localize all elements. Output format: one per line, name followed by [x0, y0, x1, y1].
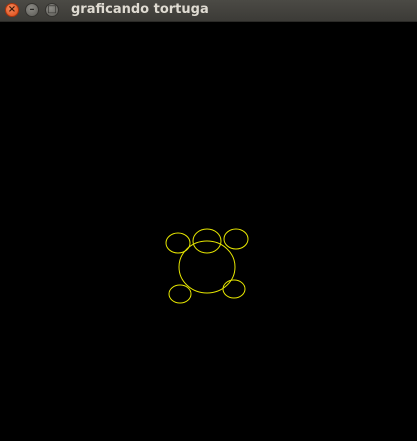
turtle-drawing	[165, 228, 249, 304]
turtle-leg-back-right	[222, 279, 246, 299]
maximize-button[interactable]: □	[45, 3, 59, 17]
maximize-icon: □	[47, 4, 57, 15]
close-icon: ×	[7, 4, 17, 15]
turtle-leg-back-left	[168, 284, 192, 304]
window-title: graficando tortuga	[71, 2, 209, 17]
minimize-button[interactable]: –	[25, 3, 39, 17]
drawing-canvas[interactable]	[0, 22, 417, 441]
title-bar[interactable]: × – □ graficando tortuga	[0, 0, 417, 22]
turtle-leg-front-right	[223, 228, 249, 250]
close-button[interactable]: ×	[5, 3, 19, 17]
app-window: × – □ graficando tortuga	[0, 0, 417, 441]
turtle-leg-front-left	[165, 232, 191, 254]
minimize-icon: –	[29, 4, 35, 15]
